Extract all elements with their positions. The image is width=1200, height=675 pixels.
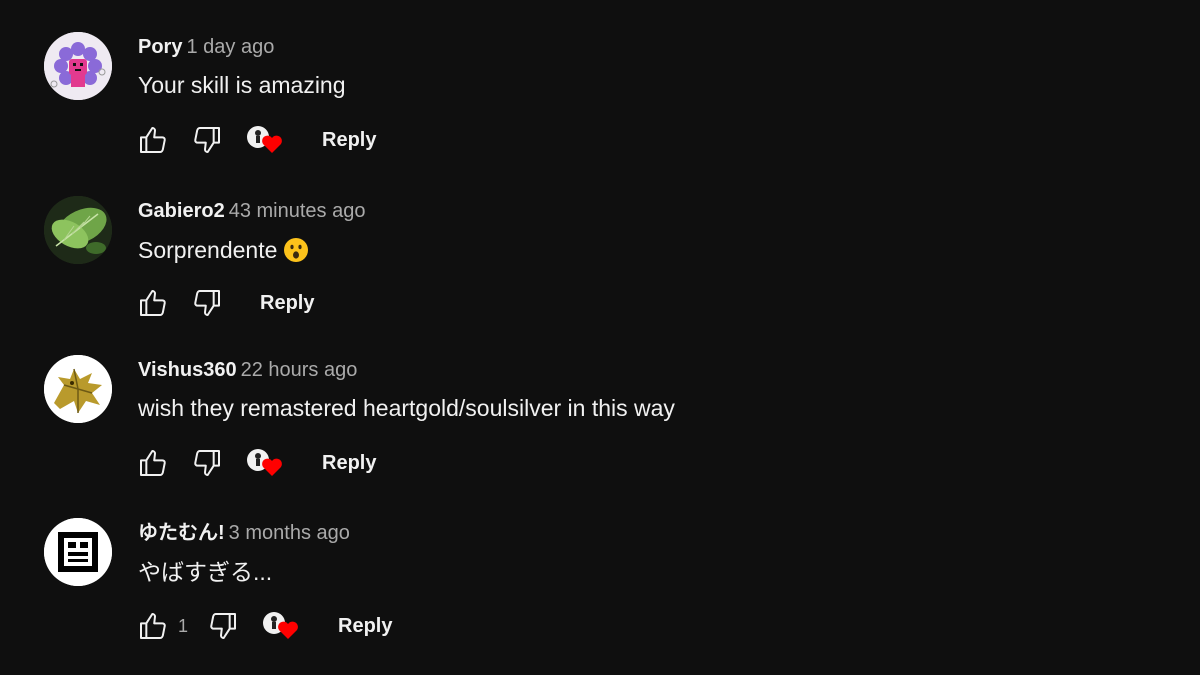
comment-thread: Pory 1 day ago Your skill is amazing Repl… (0, 0, 1200, 153)
like-button[interactable] (136, 123, 170, 157)
creator-heart-badge[interactable] (246, 123, 286, 157)
reply-button[interactable]: Reply (260, 288, 314, 319)
avatar[interactable] (44, 518, 112, 586)
reply-button[interactable]: Reply (338, 611, 392, 642)
thumbs-up-icon (140, 450, 166, 476)
creator-heart-icon (247, 126, 282, 153)
creator-heart-badge[interactable] (246, 446, 286, 480)
thumbs-up-icon (140, 290, 166, 316)
creator-heart-icon (247, 449, 282, 476)
comment-header: ゆたむん! 3 months ago (138, 521, 350, 545)
comment-text: やばすぎる... (138, 559, 273, 585)
reply-button[interactable]: Reply (322, 125, 376, 156)
avatar[interactable] (44, 196, 112, 264)
comment-header: Pory 1 day ago (138, 35, 274, 59)
like-count: 1 (178, 615, 189, 636)
like-button[interactable] (136, 609, 170, 643)
surprised-face-icon (283, 237, 309, 269)
comment-thread: ゆたむん! 3 months ago やばすぎる... 1 Reply (0, 486, 1200, 639)
comment-text: Sorprendente (138, 236, 309, 269)
pixel-face-avatar-icon (44, 518, 112, 586)
comment-timestamp[interactable]: 1 day ago (186, 36, 274, 58)
comment-timestamp[interactable]: 3 months ago (229, 522, 350, 544)
comment-text: Your skill is amazing (138, 72, 346, 98)
comment-actions: 1 Reply (136, 609, 392, 643)
comment-header: Gabiero2 43 minutes ago (138, 199, 365, 223)
dislike-button[interactable] (190, 123, 224, 157)
avatar[interactable] (44, 32, 112, 100)
dislike-button[interactable] (206, 609, 240, 643)
author-name[interactable]: Pory (138, 36, 182, 58)
comment-text: wish they remastered heartgold/soulsilve… (138, 395, 675, 421)
comment-actions: Reply (136, 446, 376, 480)
comment-timestamp[interactable]: 22 hours ago (241, 359, 358, 381)
thumbs-up-icon (140, 127, 166, 153)
like-button[interactable] (136, 286, 170, 320)
comment-timestamp[interactable]: 43 minutes ago (229, 200, 366, 222)
thumbs-down-icon (210, 613, 237, 639)
leaf-avatar-icon (44, 196, 112, 264)
comment-actions: Reply (136, 286, 314, 320)
creator-heart-icon (263, 612, 298, 639)
thumbs-down-icon (194, 450, 220, 476)
author-name[interactable]: Vishus360 (138, 359, 237, 381)
creator-heart-badge[interactable] (262, 609, 302, 643)
golden-dragon-avatar-icon (44, 355, 112, 423)
author-name[interactable]: ゆたむん! (138, 522, 225, 544)
comment-thread: Vishus360 22 hours ago wish they remaster… (0, 323, 1200, 476)
comment-header: Vishus360 22 hours ago (138, 358, 357, 382)
thumbs-up-icon (140, 613, 166, 639)
avatar[interactable] (44, 355, 112, 423)
pink-creature-avatar-icon (44, 32, 112, 100)
like-button[interactable] (136, 446, 170, 480)
author-name[interactable]: Gabiero2 (138, 200, 225, 222)
comment-actions: Reply (136, 123, 376, 157)
dislike-button[interactable] (190, 286, 224, 320)
thumbs-down-icon (194, 127, 220, 153)
dislike-button[interactable] (190, 446, 224, 480)
comment-thread: Gabiero2 43 minutes ago Sorprendente Repl… (0, 164, 1200, 316)
thumbs-down-icon (194, 290, 220, 316)
reply-button[interactable]: Reply (322, 448, 376, 479)
comment-text-content: Sorprendente (138, 237, 278, 263)
